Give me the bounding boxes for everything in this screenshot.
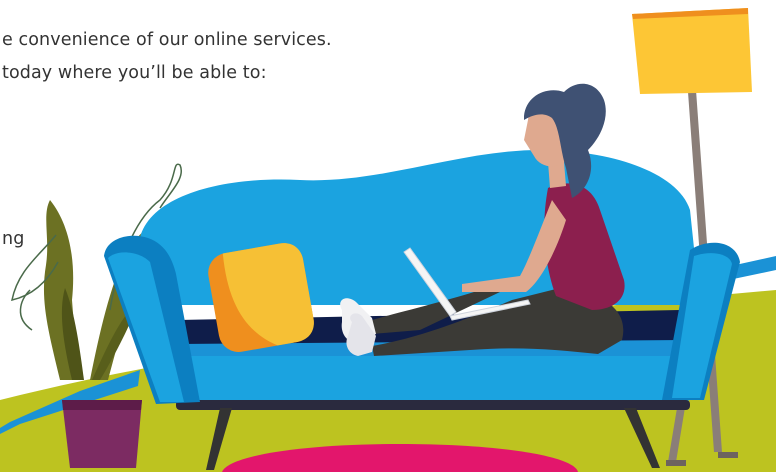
sofa-base [176,356,690,404]
plant-pot [62,400,142,468]
sofa-cushion [208,243,314,352]
floor-lamp-shade [632,8,752,94]
woman-on-sofa-illustration [0,8,776,472]
